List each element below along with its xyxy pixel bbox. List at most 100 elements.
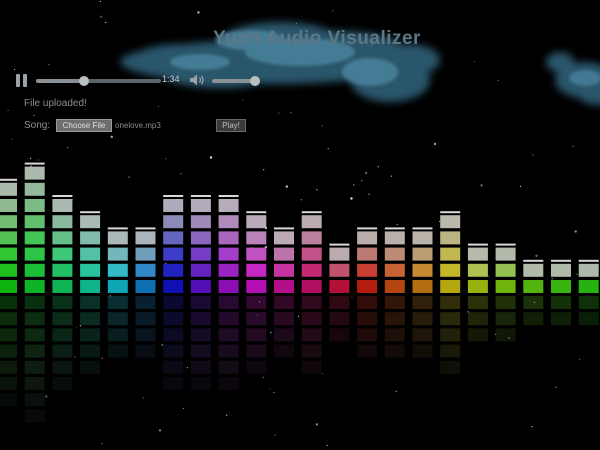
spectrum-segment	[274, 231, 294, 245]
spectrum-reflection	[24, 393, 45, 407]
star	[100, 15, 103, 18]
star	[321, 125, 323, 127]
spectrum-segment	[384, 231, 405, 245]
speaker-icon[interactable]	[189, 73, 205, 87]
spectrum-reflection	[190, 344, 211, 358]
spectrum-reflection	[495, 312, 516, 326]
spectrum-reflection	[0, 328, 17, 342]
spectrum-peak-cap	[24, 162, 45, 165]
spectrum-reflection	[551, 296, 571, 309]
spectrum-reflection	[246, 312, 267, 326]
spectrum-segment	[412, 231, 433, 245]
spectrum-segment	[246, 280, 267, 293]
spectrum-segment	[0, 199, 17, 212]
spectrum-segment	[24, 280, 45, 293]
spectrum-peak-cap	[551, 259, 571, 262]
spectrum-reflection	[80, 312, 101, 326]
star	[226, 414, 228, 416]
spectrum-reflection	[107, 344, 128, 358]
spectrum-reflection	[163, 377, 184, 390]
star	[316, 189, 318, 191]
seek-progress	[36, 79, 84, 83]
spectrum-reflection	[495, 328, 516, 342]
star	[555, 386, 557, 388]
spectrum-reflection	[190, 360, 211, 374]
seek-handle[interactable]	[78, 76, 89, 86]
spectrum-column	[551, 259, 571, 326]
star	[285, 185, 288, 188]
spectrum-reflection	[246, 360, 267, 374]
spectrum-reflection	[0, 377, 17, 390]
spectrum-column	[0, 178, 17, 407]
spectrum-reflection	[384, 296, 405, 309]
spectrum-reflection	[135, 328, 156, 342]
star	[263, 169, 265, 171]
spectrum-column	[218, 195, 239, 390]
spectrum-segment	[357, 231, 378, 245]
star	[535, 254, 538, 257]
spectrum-reflection	[246, 344, 267, 358]
choose-file-button[interactable]: Choose File	[56, 119, 112, 132]
spectrum-segment	[107, 247, 128, 261]
spectrum-segment	[578, 280, 599, 293]
spectrum-reflection	[107, 312, 128, 326]
spectrum-segment	[329, 263, 350, 277]
spectrum-segment	[578, 263, 599, 277]
spectrum-segment	[0, 263, 17, 277]
star	[75, 327, 77, 329]
spectrum-column	[301, 211, 322, 374]
star	[576, 273, 578, 275]
spectrum-segment	[163, 247, 184, 261]
spectrum-column	[107, 227, 128, 358]
spectrum-reflection	[440, 360, 461, 374]
star	[326, 444, 328, 447]
star	[433, 142, 437, 146]
spectrum-segment	[495, 247, 516, 261]
spectrum-segment	[412, 263, 433, 277]
star	[30, 157, 32, 159]
spectrum-peak-cap	[135, 227, 156, 230]
spectrum-segment	[440, 231, 461, 245]
spectrum-segment	[329, 280, 350, 293]
spectrum-reflection	[24, 296, 45, 309]
spectrum-segment	[190, 231, 211, 245]
spectrum-reflection	[551, 312, 571, 326]
star	[48, 64, 50, 66]
spectrum-reflection	[357, 344, 378, 358]
spectrum-reflection	[218, 312, 239, 326]
spectrum-peak-cap	[190, 195, 211, 197]
volume-slider[interactable]	[212, 76, 261, 86]
star	[390, 175, 392, 177]
spectrum-peak-cap	[412, 227, 433, 230]
spectrum-segment	[246, 263, 267, 277]
spectrum-segment	[80, 280, 101, 293]
star	[270, 331, 272, 334]
seek-bar[interactable]	[36, 76, 161, 86]
spectrum-peak-cap	[440, 211, 461, 214]
spectrum-reflection	[301, 344, 322, 358]
spectrum-reflection	[52, 377, 73, 390]
spectrum-peak-cap	[578, 259, 599, 262]
volume-handle[interactable]	[250, 76, 261, 86]
app-title: Yuan Audio Visualizer	[213, 28, 421, 49]
current-time: 1:34	[162, 74, 180, 84]
spectrum-column	[440, 211, 461, 374]
spectrum-segment	[52, 231, 73, 245]
play-button[interactable]: Play!	[216, 119, 246, 132]
spectrum-reflection	[0, 312, 17, 326]
star	[262, 376, 264, 378]
spectrum-reflection	[107, 296, 128, 309]
star	[353, 184, 355, 186]
pause-button[interactable]	[16, 74, 28, 87]
spectrum-segment	[357, 263, 378, 277]
star	[438, 220, 441, 222]
star	[14, 68, 16, 71]
star	[30, 165, 32, 167]
spectrum-reflection	[412, 312, 433, 326]
spectrum-segment	[163, 280, 184, 293]
spectrum-segment	[24, 182, 45, 196]
spectrum-segment	[0, 215, 17, 229]
star	[161, 344, 163, 346]
spectrum-reflection	[523, 296, 544, 309]
spectrum-column	[163, 195, 184, 390]
